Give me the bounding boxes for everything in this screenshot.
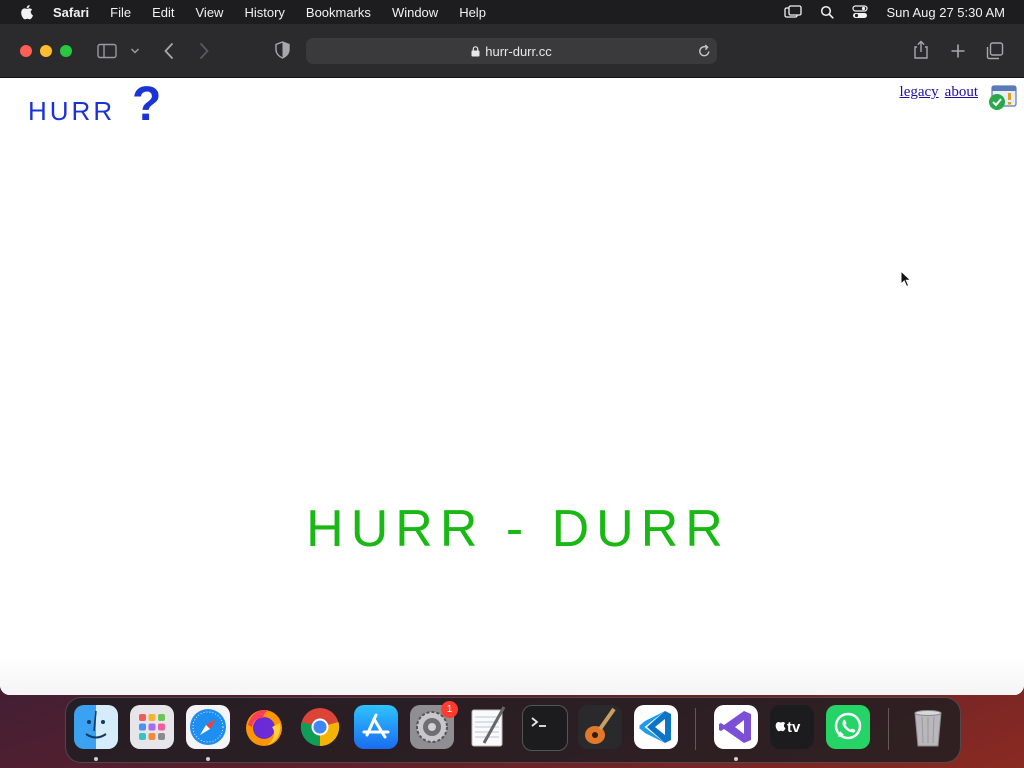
dock-separator xyxy=(888,708,889,750)
menu-history[interactable]: History xyxy=(244,5,284,20)
menu-app-name[interactable]: Safari xyxy=(53,5,89,20)
dock-running-indicator xyxy=(94,757,98,761)
menu-edit[interactable]: Edit xyxy=(152,5,174,20)
dock-apple-tv-icon[interactable]: tv xyxy=(770,705,814,749)
control-center-icon[interactable] xyxy=(852,5,869,19)
site-logo[interactable]: HURR ? xyxy=(28,86,170,126)
dock-textedit-icon[interactable] xyxy=(466,705,510,749)
tab-overview-icon[interactable] xyxy=(986,42,1004,60)
mouse-cursor-icon xyxy=(900,270,912,288)
dock-system-settings-icon[interactable]: 1 xyxy=(410,701,458,749)
dock-terminal-icon[interactable] xyxy=(522,705,568,751)
dock-running-indicator xyxy=(734,757,738,761)
zoom-window-button[interactable] xyxy=(60,45,72,57)
forward-icon[interactable] xyxy=(198,42,210,60)
apple-menu-icon[interactable] xyxy=(19,4,33,20)
close-window-button[interactable] xyxy=(20,45,32,57)
dock-whatsapp-icon[interactable] xyxy=(826,705,870,749)
dock-garageband-icon[interactable] xyxy=(578,705,622,749)
menu-view[interactable]: View xyxy=(196,5,224,20)
menu-bar: Safari File Edit View History Bookmarks … xyxy=(0,0,1024,24)
reload-icon[interactable] xyxy=(698,44,711,58)
dock: 1 tv xyxy=(65,697,961,763)
dock-firefox-icon[interactable] xyxy=(242,705,286,749)
dock-app-store-icon[interactable] xyxy=(354,705,398,749)
menu-help[interactable]: Help xyxy=(459,5,486,20)
settings-notification-badge: 1 xyxy=(441,701,458,718)
about-link[interactable]: about xyxy=(945,84,978,100)
minimize-window-button[interactable] xyxy=(40,45,52,57)
menu-file[interactable]: File xyxy=(110,5,131,20)
url-text[interactable]: hurr-durr.cc xyxy=(485,44,551,59)
dock-launchpad-icon[interactable] xyxy=(130,705,174,749)
menu-clock[interactable]: Sun Aug 27 5:30 AM xyxy=(886,5,1005,20)
logo-question-mark: ? xyxy=(132,86,161,126)
extension-status-icon[interactable] xyxy=(987,84,1017,112)
dock-visual-studio-icon[interactable] xyxy=(714,705,758,749)
address-bar[interactable]: hurr-durr.cc xyxy=(306,38,717,64)
sidebar-icon[interactable] xyxy=(97,43,117,59)
browser-toolbar: hurr-durr.cc xyxy=(0,24,1024,78)
dock-vscode-icon[interactable] xyxy=(634,705,678,749)
dock-finder-icon[interactable] xyxy=(74,705,118,749)
new-tab-icon[interactable] xyxy=(950,43,966,59)
lock-icon xyxy=(471,45,480,56)
dock-running-indicator xyxy=(206,757,210,761)
share-icon[interactable] xyxy=(912,40,930,60)
menu-window[interactable]: Window xyxy=(392,5,438,20)
dock-chrome-icon[interactable] xyxy=(298,705,342,749)
menu-bookmarks[interactable]: Bookmarks xyxy=(306,5,371,20)
apple-tv-label: tv xyxy=(787,719,801,736)
screen-mirroring-icon[interactable] xyxy=(784,5,803,19)
page-hero-title: HURR - DURR xyxy=(306,500,730,554)
hero-title-text: HURR - DURR xyxy=(306,500,730,554)
dock-separator xyxy=(695,708,696,750)
privacy-shield-icon[interactable] xyxy=(275,41,290,59)
dock-safari-icon[interactable] xyxy=(186,705,230,749)
top-nav-links: legacy about xyxy=(894,84,978,101)
back-icon[interactable] xyxy=(163,42,175,60)
spotlight-search-icon[interactable] xyxy=(820,5,835,19)
dock-trash-icon[interactable] xyxy=(906,705,950,749)
logo-text: HURR xyxy=(28,96,115,126)
page-bottom-fade xyxy=(0,655,1024,695)
web-page: HURR ? legacy about HURR - DURR xyxy=(0,78,1024,695)
chevron-down-icon[interactable] xyxy=(130,47,140,55)
legacy-link[interactable]: legacy xyxy=(900,84,939,100)
browser-window: hurr-durr.cc HURR ? legacy about HURR - … xyxy=(0,24,1024,695)
